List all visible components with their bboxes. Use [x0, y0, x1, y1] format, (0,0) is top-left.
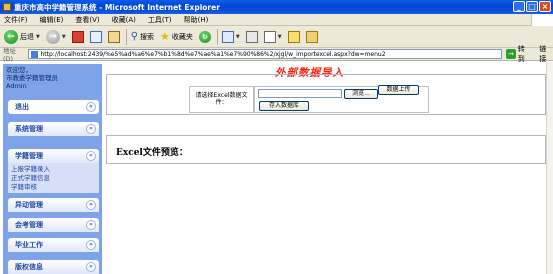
document-icon [263, 30, 276, 43]
search-button[interactable]: ⚲ 搜索 [131, 31, 154, 42]
toolbar-separator [216, 28, 218, 45]
sidebar-section-student-records[interactable]: 学籍管理 « [8, 149, 99, 163]
forward-arrow-icon: → [45, 29, 60, 44]
save-to-database-button[interactable]: 存入数据库 [259, 101, 309, 111]
refresh-icon [89, 30, 102, 43]
double-chevron-down-icon[interactable]: » [86, 220, 96, 230]
section-label: 会考管理 [15, 221, 43, 229]
page-content: 欢迎您， 市教委学籍管理员 Admin 退出 « 系统管理 » 学籍管理 « 上… [0, 62, 553, 274]
toolbar-separator [125, 28, 127, 45]
window-title: 重庆市高中学籍管理系统 - Microsoft Internet Explore… [14, 2, 220, 12]
menu-view[interactable]: 查看(V) [75, 15, 99, 25]
sidebar-item-report-entry[interactable]: 上报学籍录入 [11, 165, 99, 174]
double-chevron-down-icon[interactable]: » [86, 200, 96, 210]
sidebar-section-copyright[interactable]: 版权信息 » [8, 260, 99, 274]
search-label: 搜索 [140, 32, 155, 41]
history-icon: ↻ [198, 30, 211, 43]
chevron-down-icon: ▼ [61, 33, 66, 40]
double-chevron-up-icon[interactable]: « [86, 151, 96, 161]
vertical-scrollbar[interactable] [546, 62, 553, 274]
favorites-button[interactable]: ★ 收藏夹 [160, 30, 193, 43]
menu-edit[interactable]: 编辑(E) [40, 15, 64, 25]
maximize-button[interactable]: □ [526, 1, 538, 12]
address-input[interactable]: http://localhost:2439/%e5%ad%a6%e7%b1%8d… [28, 49, 503, 59]
double-chevron-down-icon[interactable]: » [86, 262, 96, 272]
sidebar-section-transfer[interactable]: 异动管理 » [8, 198, 99, 212]
exit-label: 退出 [15, 103, 29, 111]
window-title-bar: 重庆市高中学籍管理系统 - Microsoft Internet Explore… [0, 0, 553, 14]
double-chevron-down-icon[interactable]: » [86, 240, 96, 250]
section-label: 学籍管理 [15, 152, 43, 160]
print-button[interactable] [245, 30, 258, 43]
browse-button[interactable]: 浏览... [344, 89, 378, 99]
chevron-down-icon: ▼ [277, 33, 282, 40]
stop-button[interactable] [71, 30, 84, 43]
chevron-down-icon: ▼ [36, 33, 40, 40]
back-button[interactable]: ← 后退 ▼ [4, 29, 40, 44]
forward-button[interactable]: → ▼ [45, 29, 66, 44]
menu-help[interactable]: 帮助(H) [184, 15, 209, 25]
menu-bar: 文件(F) 编辑(E) 查看(V) 收藏(A) 工具(T) 帮助(H) [0, 14, 553, 26]
section-label: 毕业工作 [15, 241, 43, 249]
sidebar-item-records-review[interactable]: 学籍审核 [11, 183, 99, 192]
chevron-down-icon: ▼ [235, 33, 240, 40]
preview-title: Excel文件预览： [116, 148, 188, 158]
sidebar-section-graduation[interactable]: 毕业工作 » [8, 238, 99, 252]
back-arrow-icon: ← [4, 29, 18, 44]
double-chevron-down-icon[interactable]: » [86, 124, 96, 134]
section-label: 系统管理 [15, 125, 43, 133]
section-label: 异动管理 [15, 201, 43, 209]
toolbar: ← 后退 ▼ → ▼ ⚲ 搜索 ★ 收藏夹 ↻ ▼ ▼ [0, 26, 553, 48]
messenger-button[interactable] [305, 30, 318, 43]
section-label: 版权信息 [15, 263, 43, 271]
go-label: 转到 [517, 45, 525, 63]
history-button[interactable]: ↻ [198, 30, 211, 43]
exit-button[interactable]: 退出 « [8, 100, 99, 114]
go-arrow-icon: → [506, 49, 516, 59]
favorites-label: 收藏夹 [171, 32, 193, 41]
minimize-button[interactable]: _ [513, 1, 525, 12]
page-icon [31, 50, 39, 58]
go-button[interactable]: → 转到 [506, 44, 531, 64]
student-records-submenu: 上报学籍录入 正式学籍信息 学籍审核 [8, 163, 99, 193]
upload-button[interactable]: 数据上传 [378, 85, 419, 95]
close-button[interactable]: × [539, 1, 551, 12]
user-role: 市教委学籍管理员 [6, 74, 58, 82]
mail-button[interactable]: ▼ [221, 30, 240, 43]
discuss-icon [287, 30, 300, 43]
back-label: 后退 [20, 32, 34, 41]
file-select-label: 请选择Excel数据文件： [189, 86, 254, 113]
ie-page-icon [3, 3, 11, 11]
home-icon [107, 30, 120, 43]
print-icon [245, 30, 258, 43]
sidebar-item-official-records[interactable]: 正式学籍信息 [11, 174, 99, 183]
address-label: 地址(D) [3, 47, 16, 63]
windows-logo-icon [531, 14, 553, 26]
welcome-block: 欢迎您， 市教委学籍管理员 Admin [6, 66, 99, 90]
menu-tools[interactable]: 工具(T) [148, 15, 172, 25]
excel-preview-panel: Excel文件预览： [106, 135, 546, 164]
edit-button[interactable]: ▼ [263, 30, 282, 43]
links-button[interactable]: 链接 [539, 44, 553, 64]
home-button[interactable] [107, 30, 120, 43]
address-bar: 地址(D) http://localhost:2439/%e5%ad%a6%e7… [0, 45, 553, 63]
address-url: http://localhost:2439/%e5%ad%a6%e7%b1%8d… [40, 50, 386, 58]
double-chevron-left-icon[interactable]: « [86, 102, 96, 112]
star-icon: ★ [160, 30, 170, 43]
folder-icon [305, 30, 318, 43]
welcome-text: 欢迎您， [6, 66, 32, 74]
file-path-input[interactable] [258, 89, 342, 98]
refresh-button[interactable] [89, 30, 102, 43]
sidebar-section-system[interactable]: 系统管理 » [8, 122, 99, 136]
search-icon: ⚲ [130, 31, 139, 42]
menu-favorites[interactable]: 收藏(A) [112, 15, 136, 25]
menu-file[interactable]: 文件(F) [4, 15, 28, 25]
sidebar: 欢迎您， 市教委学籍管理员 Admin 退出 « 系统管理 » 学籍管理 « 上… [3, 64, 102, 274]
mail-icon [221, 30, 234, 43]
sidebar-section-exams[interactable]: 会考管理 » [8, 218, 99, 232]
discuss-button[interactable] [287, 30, 300, 43]
stop-icon [71, 30, 84, 43]
user-name: Admin [6, 82, 27, 90]
upload-form: 请选择Excel数据文件： 浏览... 存入数据库 数据上传 [106, 74, 546, 115]
